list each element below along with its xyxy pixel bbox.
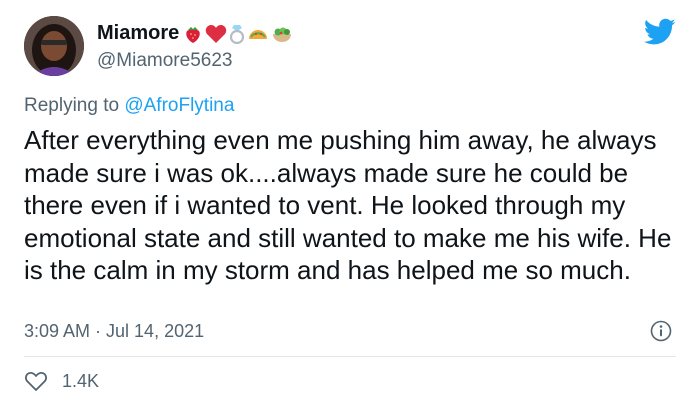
taco-icon <box>249 29 268 39</box>
strawberry-icon <box>186 26 200 43</box>
salad-icon <box>273 27 292 42</box>
red-heart-icon <box>206 24 227 43</box>
name-emojis <box>183 23 293 45</box>
replying-prefix: Replying to <box>24 95 120 116</box>
like-button[interactable]: 1.4K <box>24 370 99 392</box>
ring-icon <box>230 24 245 44</box>
like-count: 1.4K <box>62 370 100 391</box>
tweet-timestamp[interactable]: 3:09 AM · Jul 14, 2021 <box>24 321 204 342</box>
user-handle[interactable]: @Miamore5623 <box>97 50 232 72</box>
heart-outline-icon <box>25 372 47 391</box>
display-name-row: Miamore <box>97 22 293 45</box>
info-icon[interactable] <box>650 320 672 342</box>
display-name[interactable]: Miamore <box>97 22 179 45</box>
replying-to: Replying to @AfroFlytina <box>24 95 234 117</box>
tweet-text: After everything even me pushing him awa… <box>24 125 672 285</box>
twitter-bird-icon[interactable] <box>644 18 676 46</box>
tweet-card: Miamore @Miamore5623 Replying to @AfroFl… <box>0 0 700 411</box>
reply-mention-link[interactable]: @AfroFlytina <box>124 95 234 116</box>
avatar[interactable] <box>24 16 84 76</box>
divider <box>24 356 676 357</box>
